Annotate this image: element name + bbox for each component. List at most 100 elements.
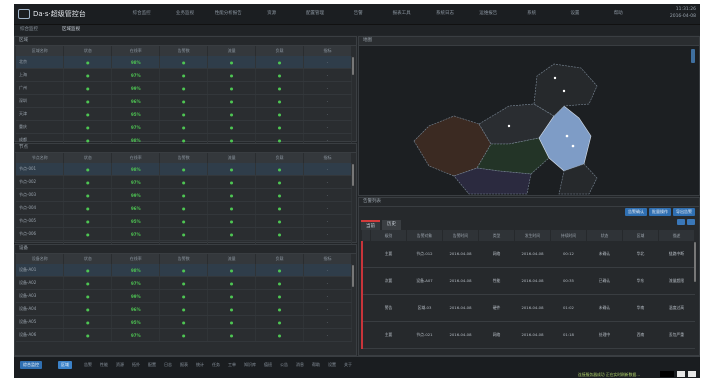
filter-button[interactable] bbox=[677, 219, 685, 225]
table-row[interactable]: 北京 ● 98% ● ● ● - bbox=[16, 56, 352, 69]
tab-region[interactable]: 区域监视 bbox=[62, 26, 80, 32]
table-row[interactable]: 上海 ● 97% ● ● ● - bbox=[16, 68, 352, 82]
column-header[interactable]: 告警数 bbox=[159, 46, 209, 56]
table-row[interactable]: 节点-006 ● 97% ● ● ● - bbox=[16, 227, 352, 241]
column-header[interactable]: 在线率 bbox=[111, 46, 161, 56]
table-row[interactable]: 深圳 ● 96% ● ● ● - bbox=[16, 94, 352, 108]
table-row[interactable]: 重庆 ● 97% ● ● ● - bbox=[16, 120, 352, 134]
column-header[interactable]: 流量 bbox=[207, 46, 257, 56]
map-marker[interactable] bbox=[507, 124, 511, 128]
column-header[interactable]: 区域名称 bbox=[16, 46, 65, 56]
export-button[interactable]: 导出告警 bbox=[673, 208, 695, 216]
menu-item[interactable]: 业务监视 bbox=[163, 8, 206, 20]
task-item[interactable]: 知识库 bbox=[244, 361, 256, 369]
task-item[interactable]: 性能 bbox=[100, 361, 108, 369]
column-header[interactable]: 描述 bbox=[658, 230, 695, 241]
column-header[interactable]: 流量 bbox=[207, 153, 257, 163]
column-header[interactable]: 指标 bbox=[303, 46, 352, 56]
column-header[interactable]: 告警对象 bbox=[406, 230, 443, 241]
column-header[interactable]: 类型 bbox=[478, 230, 515, 241]
table-row[interactable]: 节点-003 ● 99% ● ● ● - bbox=[16, 188, 352, 202]
map-marker[interactable] bbox=[553, 76, 557, 80]
menu-item[interactable]: 运维报告 bbox=[467, 8, 510, 20]
task-item[interactable]: 关于 bbox=[344, 361, 352, 369]
map-marker[interactable] bbox=[565, 134, 569, 138]
table-row[interactable]: 设备-A06 ● 97% ● ● ● - bbox=[16, 328, 352, 342]
menu-item[interactable]: 告警 bbox=[337, 8, 380, 20]
confirm-alarm-button[interactable]: 告警确认 bbox=[625, 208, 647, 216]
table-row[interactable]: 设备-A02 ● 97% ● ● ● - bbox=[16, 276, 352, 290]
tray-icon[interactable] bbox=[660, 371, 674, 377]
region-map[interactable] bbox=[359, 46, 699, 196]
tab-history-alarms[interactable]: 历史 bbox=[382, 220, 401, 230]
table-row[interactable]: 节点-004 ● 96% ● ● ● - bbox=[16, 201, 352, 215]
table-row[interactable]: 节点-002 ● 97% ● ● ● - bbox=[16, 175, 352, 189]
task-item[interactable]: 任务 bbox=[212, 361, 220, 369]
tray-icon[interactable] bbox=[688, 371, 696, 377]
column-header[interactable]: 告警数 bbox=[159, 254, 209, 264]
column-header[interactable]: 区域 bbox=[622, 230, 659, 241]
column-header[interactable]: 指标 bbox=[303, 254, 352, 264]
column-header[interactable]: 指标 bbox=[303, 153, 352, 163]
menu-item[interactable]: 综合监控 bbox=[120, 8, 163, 20]
column-header[interactable]: 在线率 bbox=[111, 254, 161, 264]
task-item[interactable]: 拓扑 bbox=[132, 361, 140, 369]
table-row[interactable]: 广州 ● 99% ● ● ● - bbox=[16, 81, 352, 95]
task-item[interactable]: 告警 bbox=[84, 361, 92, 369]
menu-item[interactable]: 系统日志 bbox=[423, 8, 466, 20]
menu-item[interactable]: 性能分析报告 bbox=[207, 8, 250, 20]
menu-item[interactable]: 系统 bbox=[510, 8, 553, 20]
map-marker[interactable] bbox=[571, 144, 575, 148]
menu-item[interactable]: 报表工具 bbox=[380, 8, 423, 20]
scrollbar[interactable] bbox=[352, 265, 354, 287]
column-header[interactable]: 状态 bbox=[63, 254, 113, 264]
column-header[interactable]: 流量 bbox=[207, 254, 257, 264]
menu-item[interactable]: 设置 bbox=[553, 8, 596, 20]
map-marker[interactable] bbox=[562, 89, 566, 93]
column-header[interactable]: 告警数 bbox=[159, 153, 209, 163]
batch-button[interactable]: 批量操作 bbox=[649, 208, 671, 216]
scrollbar[interactable] bbox=[352, 164, 354, 186]
task-item[interactable]: 工单 bbox=[228, 361, 236, 369]
column-header[interactable]: 负载 bbox=[255, 46, 305, 56]
tab-current-alarms[interactable]: 当前 bbox=[361, 220, 380, 230]
alarm-row[interactable]: 主要 节点-012 2016-04-08 网络 2016-04-08 00:12 未确认 华北… bbox=[361, 241, 695, 268]
column-header[interactable]: 级别 bbox=[370, 230, 407, 241]
tray-icon[interactable] bbox=[677, 371, 685, 377]
table-row[interactable]: 设备-A04 ● 96% ● ● ● - bbox=[16, 302, 352, 316]
table-row[interactable]: 节点-001 ● 98% ● ● ● - bbox=[16, 163, 352, 176]
column-header[interactable]: 持续时间 bbox=[550, 230, 587, 241]
column-header[interactable]: 状态 bbox=[63, 153, 113, 163]
task-item[interactable]: 值班 bbox=[264, 361, 272, 369]
column-header[interactable]: 设备名称 bbox=[16, 254, 65, 264]
task-item[interactable]: 配置 bbox=[148, 361, 156, 369]
table-row[interactable]: 天津 ● 95% ● ● ● - bbox=[16, 107, 352, 121]
menu-item[interactable]: 配置管理 bbox=[293, 8, 336, 20]
task-item[interactable]: 报表 bbox=[180, 361, 188, 369]
task-item[interactable]: 资源 bbox=[116, 361, 124, 369]
column-header[interactable] bbox=[362, 230, 371, 241]
task-item[interactable]: 日志 bbox=[164, 361, 172, 369]
task-item[interactable]: 帮助 bbox=[312, 361, 320, 369]
active-task-button[interactable]: 区域 bbox=[58, 361, 72, 369]
menu-item[interactable]: 资源 bbox=[250, 8, 293, 20]
scrollbar[interactable] bbox=[352, 57, 354, 75]
refresh-button[interactable] bbox=[687, 219, 695, 225]
alarm-row[interactable]: 警告 区域-03 2016-04-08 硬件 2016-04-08 01:02 未确认 华南温… bbox=[361, 294, 695, 322]
tab-overview[interactable]: 综合监控 bbox=[20, 26, 38, 32]
alarm-row[interactable]: 次要 设备-A07 2016-04-08 性能 2016-04-08 00:35 已确认 华东… bbox=[361, 267, 695, 295]
column-header[interactable]: 负载 bbox=[255, 254, 305, 264]
column-header[interactable]: 状态 bbox=[63, 46, 113, 56]
column-header[interactable]: 发生时间 bbox=[514, 230, 551, 241]
menu-item[interactable]: 帮助 bbox=[597, 8, 640, 20]
task-item[interactable]: 公告 bbox=[280, 361, 288, 369]
table-row[interactable]: 设备-A01 ● 98% ● ● ● - bbox=[16, 264, 352, 277]
scrollbar[interactable] bbox=[694, 242, 696, 282]
table-row[interactable]: 节点-005 ● 95% ● ● ● - bbox=[16, 214, 352, 228]
task-item[interactable]: 设置 bbox=[328, 361, 336, 369]
start-button[interactable]: 综合监控 bbox=[20, 361, 42, 369]
table-row[interactable]: 设备-A03 ● 99% ● ● ● - bbox=[16, 289, 352, 303]
column-header[interactable]: 告警时间 bbox=[442, 230, 479, 241]
task-item[interactable]: 统计 bbox=[196, 361, 204, 369]
column-header[interactable]: 在线率 bbox=[111, 153, 161, 163]
